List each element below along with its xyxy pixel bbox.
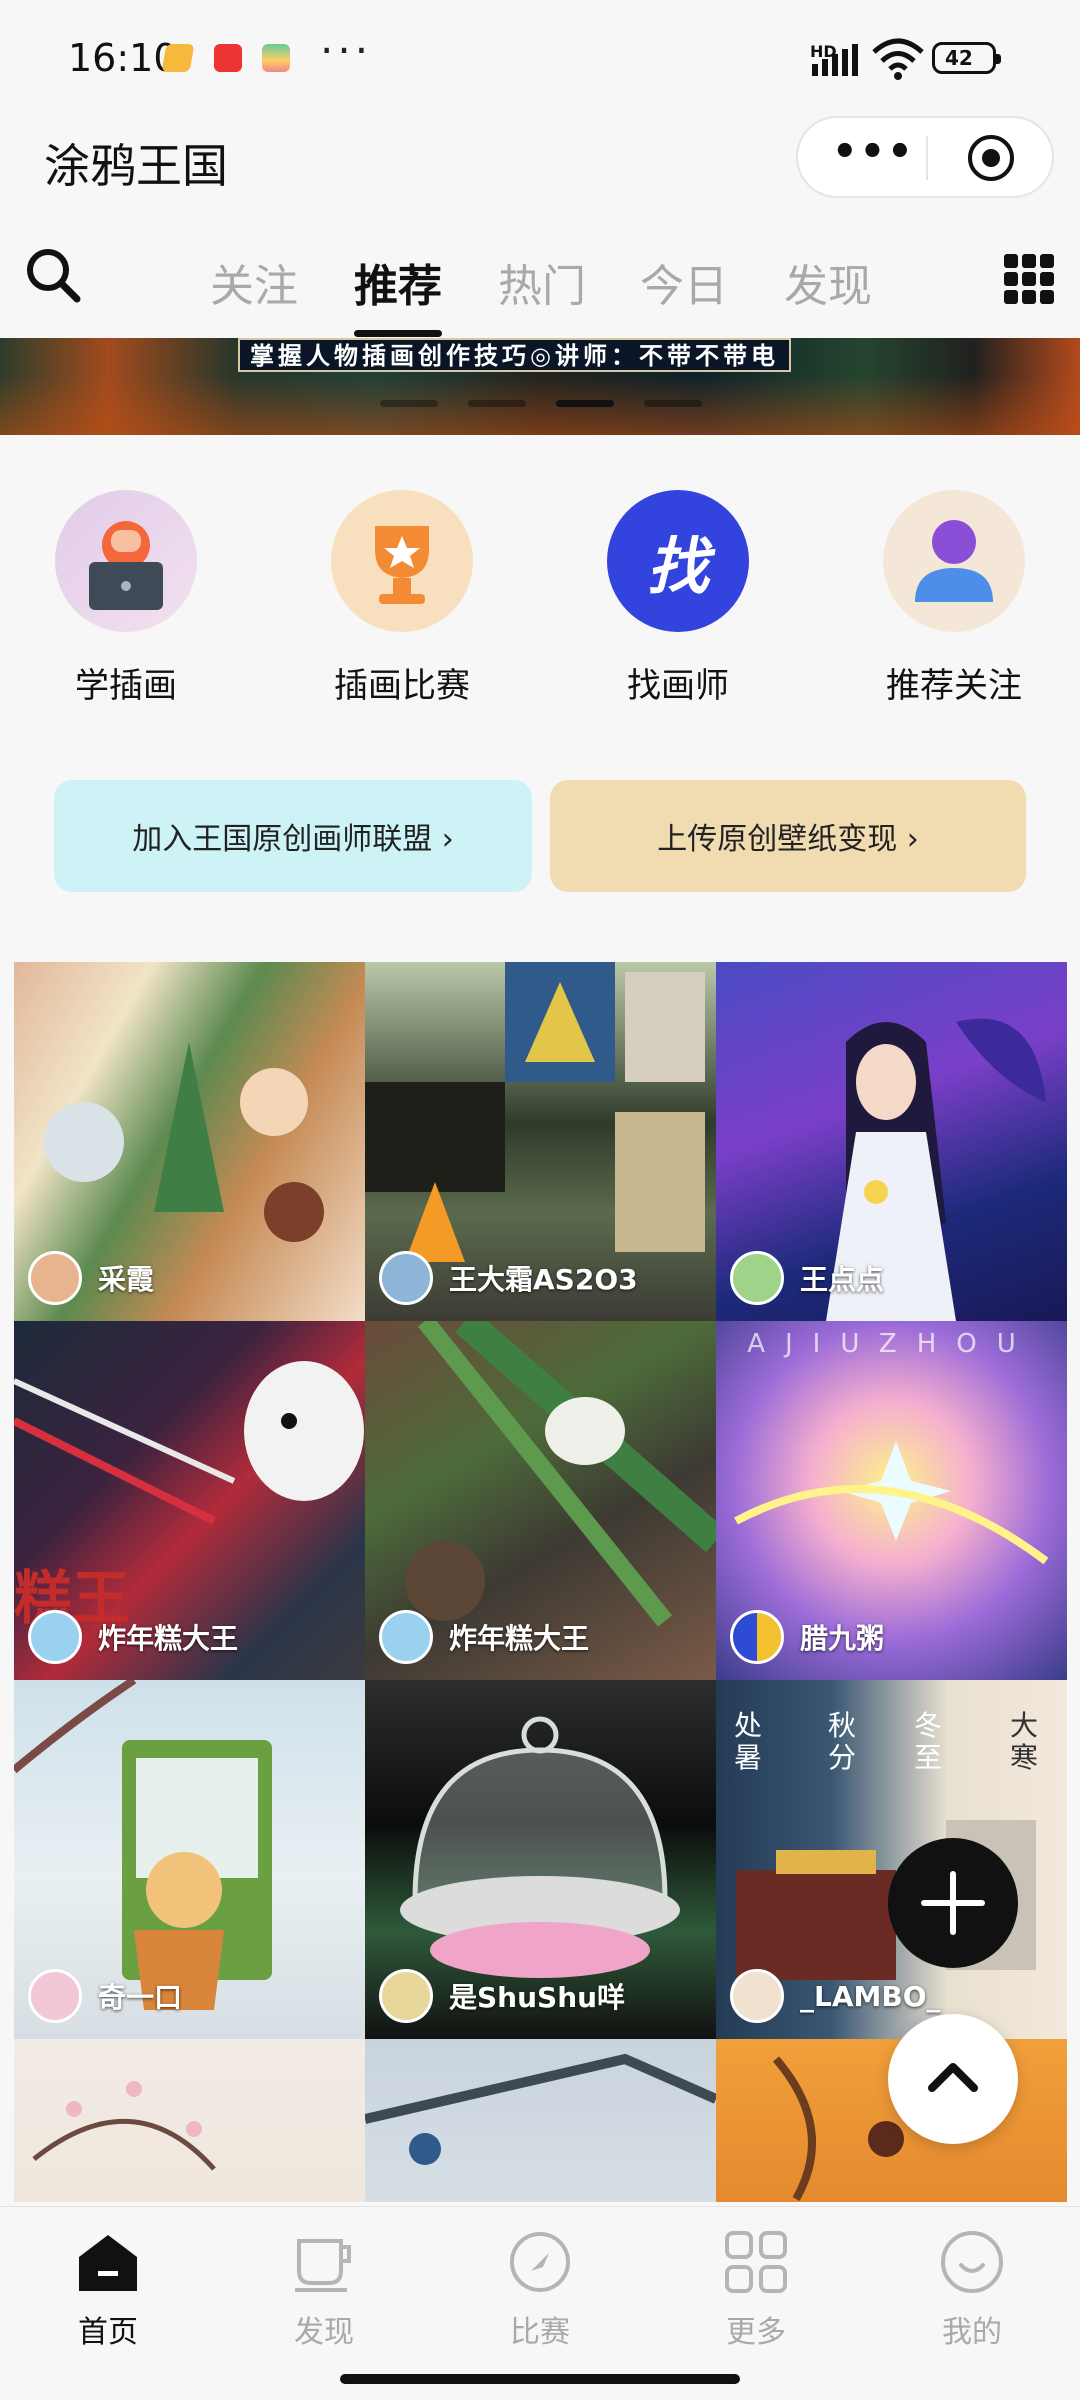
laptop-person-icon: [55, 490, 197, 632]
search-icon[interactable]: [24, 246, 82, 304]
banner-pagination: [380, 400, 702, 408]
cup-icon: [289, 2227, 359, 2297]
tab-recommend[interactable]: 推荐: [354, 250, 442, 314]
artwork-card[interactable]: 炸年糕大王: [365, 1321, 716, 1680]
bottom-nav: 首页 发现 比赛 更多 我的: [0, 2206, 1080, 2357]
shortcut-label: 插画比赛: [334, 666, 470, 706]
author-name: 是ShuShu咩: [449, 1981, 626, 2014]
artwork-card[interactable]: 王大霜AS2O3: [365, 962, 716, 1321]
banner-dot: [644, 400, 702, 407]
wifi-icon: [872, 38, 924, 80]
avatar: [730, 1610, 784, 1664]
banner-dot: [468, 400, 526, 407]
find-artist-glyph: 找: [646, 530, 709, 603]
signal-icon: [812, 44, 858, 76]
author-name: 奇一口: [98, 1981, 183, 2014]
miniapp-capsule: •••: [796, 116, 1054, 198]
artwork-card[interactable]: 是ShuShu咩: [365, 1680, 716, 2039]
nav-label: 更多: [726, 2315, 786, 2350]
nav-home[interactable]: 首页: [48, 2227, 168, 2351]
status-time: 16:10: [68, 36, 178, 80]
artwork-card[interactable]: 奇一口: [14, 1680, 365, 2039]
battery-indicator: 42: [932, 42, 1001, 74]
capsule-divider: [926, 136, 928, 180]
target-icon[interactable]: [968, 135, 1014, 181]
user-icon: [883, 490, 1025, 632]
grid-icon: [721, 2227, 791, 2297]
nav-label: 发现: [294, 2315, 354, 2350]
tab-hot[interactable]: 热门: [498, 250, 586, 314]
status-more-indicator: ···: [320, 26, 373, 75]
home-icon: [73, 2227, 143, 2297]
home-indicator[interactable]: [340, 2374, 740, 2384]
artwork-card[interactable]: [365, 2039, 716, 2202]
nav-label: 首页: [78, 2315, 138, 2350]
avatar: [730, 1969, 784, 2023]
notification-icon: [161, 44, 195, 72]
nav-label: 比赛: [510, 2315, 570, 2350]
plus-icon[interactable]: [888, 1838, 1018, 1968]
chevron-up-icon[interactable]: [888, 2014, 1018, 2144]
avatar: [730, 1251, 784, 1305]
shortcut-label: 学插画: [75, 666, 177, 706]
artwork-card[interactable]: 糕王 炸年糕大王: [14, 1321, 365, 1680]
upload-wallpaper-button[interactable]: 上传原创壁纸变现 ›: [550, 780, 1026, 892]
shortcut-recommend-follow[interactable]: 推荐关注: [874, 490, 1034, 707]
tab-discover[interactable]: 发现: [784, 250, 872, 314]
join-artist-alliance-button[interactable]: 加入王国原创画师联盟 ›: [54, 780, 532, 892]
author-name: 炸年糕大王: [449, 1622, 590, 1655]
banner-dot-active: [556, 400, 614, 407]
nav-mine[interactable]: 我的: [912, 2227, 1032, 2351]
category-tabbar: 关注 推荐 热门 今日 发现: [0, 220, 1080, 338]
author-name: 王大霜AS2O3: [449, 1263, 638, 1296]
artwork-card[interactable]: 处暑 秋分 冬至 大寒 _LAMBO_: [716, 1680, 1067, 2039]
author-name: 腊九粥: [800, 1622, 885, 1655]
app-title: 涂鸦王国: [44, 139, 228, 193]
shortcut-contest[interactable]: 插画比赛: [322, 490, 482, 707]
artwork-card[interactable]: AJIUZHOU 腊九粥: [716, 1321, 1067, 1680]
active-tab-indicator: [354, 330, 442, 337]
avatar: [379, 1251, 433, 1305]
avatar: [379, 1610, 433, 1664]
wallet-app-icon: [262, 44, 290, 72]
find-artist-icon: 找: [607, 490, 749, 632]
nav-more[interactable]: 更多: [696, 2227, 816, 2351]
jump-app-icon: [214, 44, 242, 72]
artwork-card[interactable]: 采霞: [14, 962, 365, 1321]
battery-level: 42: [945, 46, 973, 70]
author-name: 炸年糕大王: [98, 1622, 239, 1655]
avatar: [28, 1969, 82, 2023]
nav-contest[interactable]: 比赛: [480, 2227, 600, 2351]
author-name: 采霞: [98, 1263, 155, 1296]
promo-banner[interactable]: 掌握人物插画创作技巧◎讲师：不带不带电: [0, 338, 1080, 435]
tab-follow[interactable]: 关注: [210, 250, 298, 314]
artwork-card[interactable]: 王点点: [716, 962, 1067, 1321]
compass-icon: [505, 2227, 575, 2297]
grid-menu-icon[interactable]: [1004, 254, 1054, 304]
app-header: 涂鸦王国 •••: [0, 110, 1080, 220]
shortcut-find-artist[interactable]: 找 找画师: [598, 490, 758, 707]
banner-caption: 掌握人物插画创作技巧◎讲师：不带不带电: [238, 338, 791, 372]
author-name: 王点点: [800, 1263, 885, 1296]
artwork-card[interactable]: [14, 2039, 365, 2202]
trophy-icon: [331, 490, 473, 632]
nav-discover[interactable]: 发现: [264, 2227, 384, 2351]
nav-label: 我的: [942, 2315, 1002, 2350]
banner-dot: [380, 400, 438, 407]
smile-icon: [937, 2227, 1007, 2297]
status-bar: 16:10 ··· HD 42: [0, 0, 1080, 110]
avatar: [379, 1969, 433, 2023]
shortcut-learn-illustration[interactable]: 学插画: [46, 490, 206, 707]
more-dots-icon[interactable]: •••: [832, 132, 915, 172]
avatar: [28, 1610, 82, 1664]
shortcut-label: 找画师: [627, 666, 729, 706]
tab-today[interactable]: 今日: [640, 250, 728, 314]
author-name: _LAMBO_: [800, 1979, 941, 2013]
battery-tip: [996, 54, 1001, 64]
avatar: [28, 1251, 82, 1305]
shortcut-label: 推荐关注: [886, 666, 1022, 706]
